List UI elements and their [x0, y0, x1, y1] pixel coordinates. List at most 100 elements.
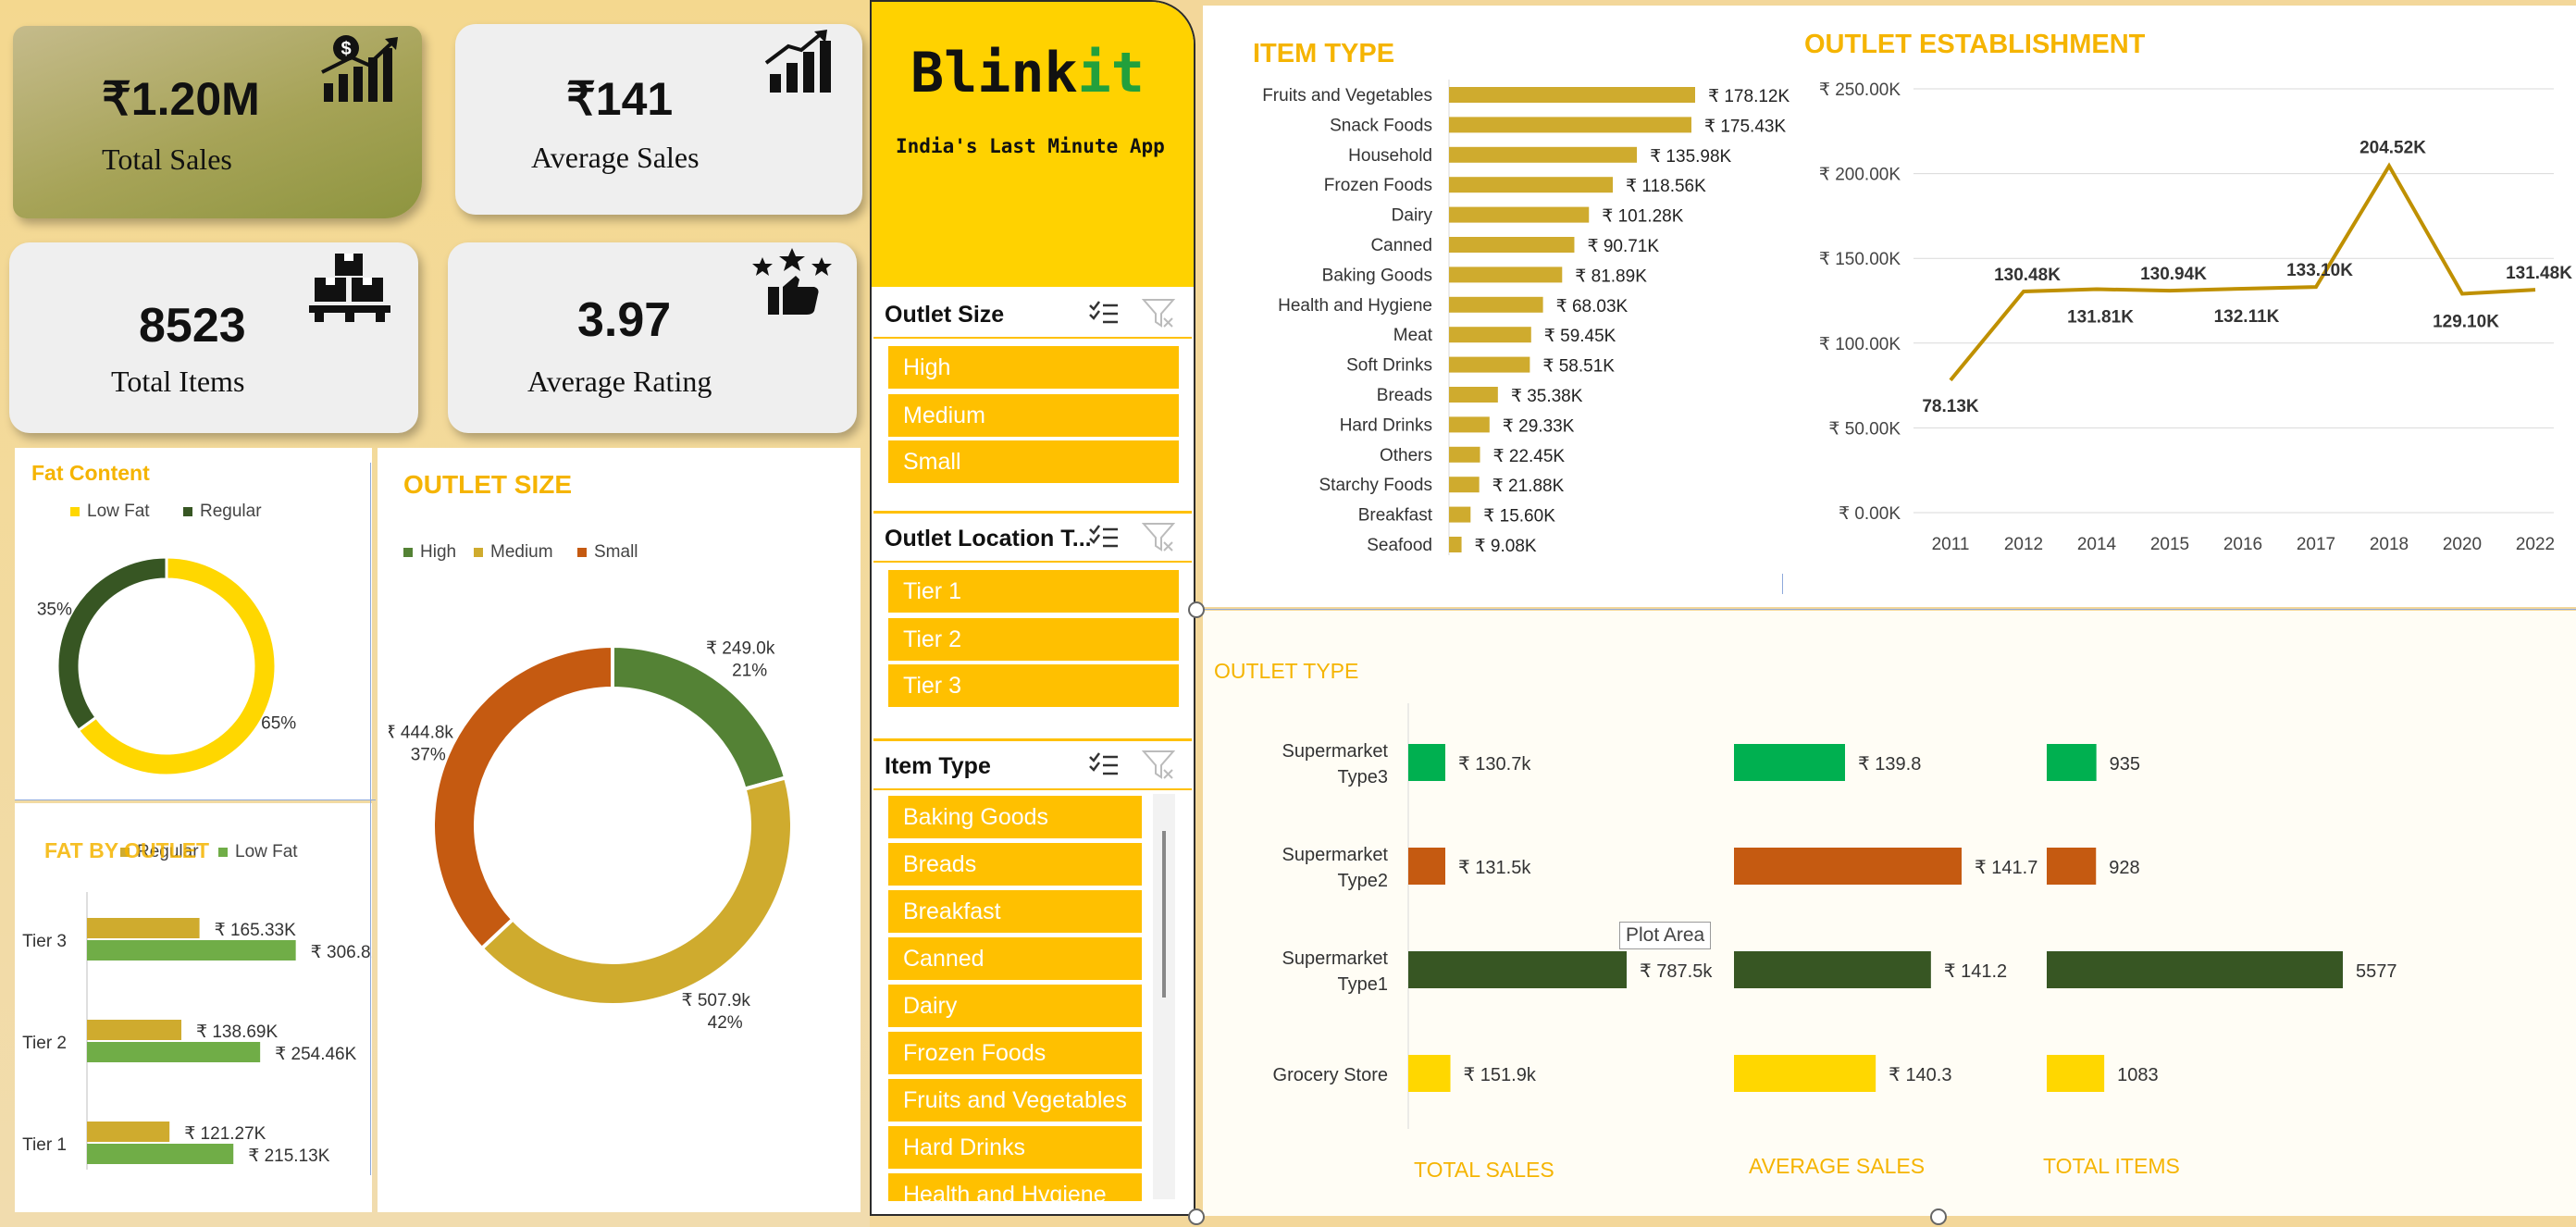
- brand-logo-part2: it: [1077, 41, 1145, 105]
- kpi-total-sales-value: ₹1.20M: [102, 73, 260, 125]
- estab-data-label: 130.94K: [2140, 265, 2207, 284]
- multi-select-icon[interactable]: [1088, 751, 1120, 779]
- item-bar-label: ₹ 178.12K: [1708, 87, 1790, 106]
- outlet-size-percent-label: 21%: [732, 662, 767, 681]
- item-bar-label: ₹ 15.60K: [1483, 507, 1555, 527]
- otype-bar-total-items: [2047, 744, 2097, 781]
- estab-xtick: 2014: [2077, 535, 2117, 554]
- estab-ytick: ₹ 0.00K: [1839, 504, 1901, 524]
- kpi-total-items-card: 8523 Total Items: [9, 242, 418, 433]
- item-category-label: Frozen Foods: [1324, 176, 1432, 195]
- slicer-outlet-size-high[interactable]: High: [888, 346, 1179, 389]
- slicer-separator: [873, 738, 1192, 741]
- slicer-item-health-and-hygiene[interactable]: Health and Hygiene: [888, 1173, 1142, 1201]
- otype-bar-label: ₹ 141.7: [1975, 858, 2037, 878]
- estab-data-label: 131.48K: [2506, 264, 2572, 283]
- fat-bar-label: ₹ 215.13K: [248, 1146, 329, 1166]
- slicer-scrollbar-thumb[interactable]: [1162, 831, 1166, 998]
- otype-bar-total-items: [2047, 1055, 2105, 1092]
- slicer-item-baking-goods[interactable]: Baking Goods: [888, 796, 1142, 838]
- item-bar-label: ₹ 29.33K: [1503, 416, 1575, 436]
- fat-bar-label: ₹ 306.81K: [311, 943, 372, 962]
- kpi-average-rating-card: 3.97 Average Rating: [448, 242, 857, 433]
- item-bar-label: ₹ 9.08K: [1475, 537, 1537, 556]
- slicer-item-fruits-and-vegetables[interactable]: Fruits and Vegetables: [888, 1079, 1142, 1122]
- multi-select-icon[interactable]: [1088, 300, 1120, 328]
- resize-handle[interactable]: [1930, 1208, 1947, 1225]
- slicer-item-breads[interactable]: Breads: [888, 843, 1142, 886]
- kpi-total-items-label: Total Items: [111, 365, 245, 398]
- multi-select-icon[interactable]: [1088, 524, 1120, 552]
- outlet-size-donut: ₹ 249.0k 21% ₹ 507.9k 42% ₹ 444.8k 37%: [389, 639, 794, 1033]
- fat-category-label: Tier 1: [22, 1135, 67, 1155]
- otype-bar-average-sales: [1734, 848, 1962, 885]
- kpi-total-sales-card: ₹1.20M Total Sales $: [13, 26, 422, 218]
- fat-bar-label: ₹ 254.46K: [275, 1045, 356, 1064]
- otype-bar-total-sales: [1408, 848, 1445, 885]
- item-bar: [1449, 177, 1614, 193]
- otype-bar-label: ₹ 130.7k: [1458, 754, 1531, 775]
- otype-category-label: Type3: [1338, 767, 1388, 787]
- item-category-label: Snack Foods: [1330, 116, 1432, 135]
- clear-filter-icon[interactable]: [1142, 750, 1175, 781]
- otype-series-title: TOTAL ITEMS: [2043, 1154, 2180, 1178]
- item-category-label: Breakfast: [1358, 506, 1433, 526]
- item-bar: [1449, 117, 1691, 133]
- slicer-item-hard-drinks[interactable]: Hard Drinks: [888, 1126, 1142, 1169]
- boxes-pallet-icon: [309, 254, 390, 322]
- fat-bar-regular: [87, 1122, 170, 1142]
- slicer-location-tier-1[interactable]: Tier 1: [888, 570, 1179, 613]
- item-bar: [1449, 87, 1695, 103]
- bar-growth-icon: [764, 30, 831, 93]
- item-bar: [1449, 266, 1563, 283]
- item-category-label: Canned: [1370, 236, 1432, 255]
- slicer-location-tier-2[interactable]: Tier 2: [888, 618, 1179, 661]
- estab-data-label: 133.10K: [2286, 261, 2353, 280]
- otype-category-label: Supermarket: [1282, 948, 1389, 969]
- fat-category-label: Tier 2: [22, 1034, 67, 1053]
- resize-handle[interactable]: [1188, 601, 1205, 618]
- fat-bar-low-fat: [87, 1144, 234, 1164]
- brand-tagline: India's Last Minute App: [896, 135, 1165, 157]
- otype-category-label: Grocery Store: [1273, 1065, 1388, 1085]
- resize-handle[interactable]: [1188, 1208, 1205, 1225]
- estab-xtick: 2015: [2150, 535, 2189, 554]
- estab-data-label: 130.48K: [1994, 266, 2061, 285]
- brand-logo: Blinkit: [910, 41, 1145, 105]
- kpi-total-sales-label: Total Sales: [102, 143, 232, 176]
- estab-xtick: 2017: [2297, 535, 2335, 554]
- slicer-outlet-location: Outlet Location T... Tier 1 Tier 2 Tier …: [873, 514, 1192, 733]
- otype-bar-total-sales: [1408, 744, 1445, 781]
- plot-area-tooltip: Plot Area: [1619, 922, 1712, 949]
- estab-xtick: 2022: [2516, 535, 2555, 554]
- slicer-item-frozen-foods[interactable]: Frozen Foods: [888, 1032, 1142, 1074]
- panel-divider-horizontal: [15, 799, 376, 800]
- clear-filter-icon[interactable]: [1142, 298, 1175, 329]
- slicer-item-breakfast[interactable]: Breakfast: [888, 890, 1142, 933]
- brand-logo-part1: Blink: [910, 41, 1078, 105]
- item-bar-label: ₹ 118.56K: [1626, 177, 1706, 196]
- item-type-chart: Fruits and Vegetables ₹ 178.12K Snack Food…: [1262, 80, 1790, 556]
- clear-filter-icon[interactable]: [1142, 522, 1175, 553]
- slicer-outlet-size-medium[interactable]: Medium: [888, 394, 1179, 437]
- outlet-size-legend-medium: Medium: [474, 542, 553, 563]
- fat-bar-label: ₹ 138.69K: [196, 1022, 278, 1042]
- item-bar: [1449, 416, 1490, 433]
- item-category-label: Seafood: [1367, 536, 1432, 555]
- otype-series-title: TOTAL SALES: [1414, 1158, 1554, 1182]
- otype-bar-label: 1083: [2117, 1065, 2159, 1085]
- slicer-item-dairy[interactable]: Dairy: [888, 985, 1142, 1027]
- item-bar: [1449, 237, 1575, 253]
- slicer-outlet-size-small[interactable]: Small: [888, 440, 1179, 483]
- otype-bar-label: 928: [2109, 858, 2139, 878]
- item-bar: [1449, 506, 1471, 523]
- estab-xtick: 2016: [2223, 535, 2262, 554]
- slicer-location-tier-3[interactable]: Tier 3: [888, 664, 1179, 707]
- otype-bar-average-sales: [1734, 1055, 1876, 1092]
- slicer-separator: [873, 511, 1192, 514]
- fat-slice-label: 35%: [37, 600, 72, 619]
- outlet-size-legend-high: High: [403, 542, 456, 563]
- item-category-label: Breads: [1377, 386, 1432, 405]
- fat-bar-regular: [87, 1020, 182, 1040]
- slicer-item-canned[interactable]: Canned: [888, 937, 1142, 980]
